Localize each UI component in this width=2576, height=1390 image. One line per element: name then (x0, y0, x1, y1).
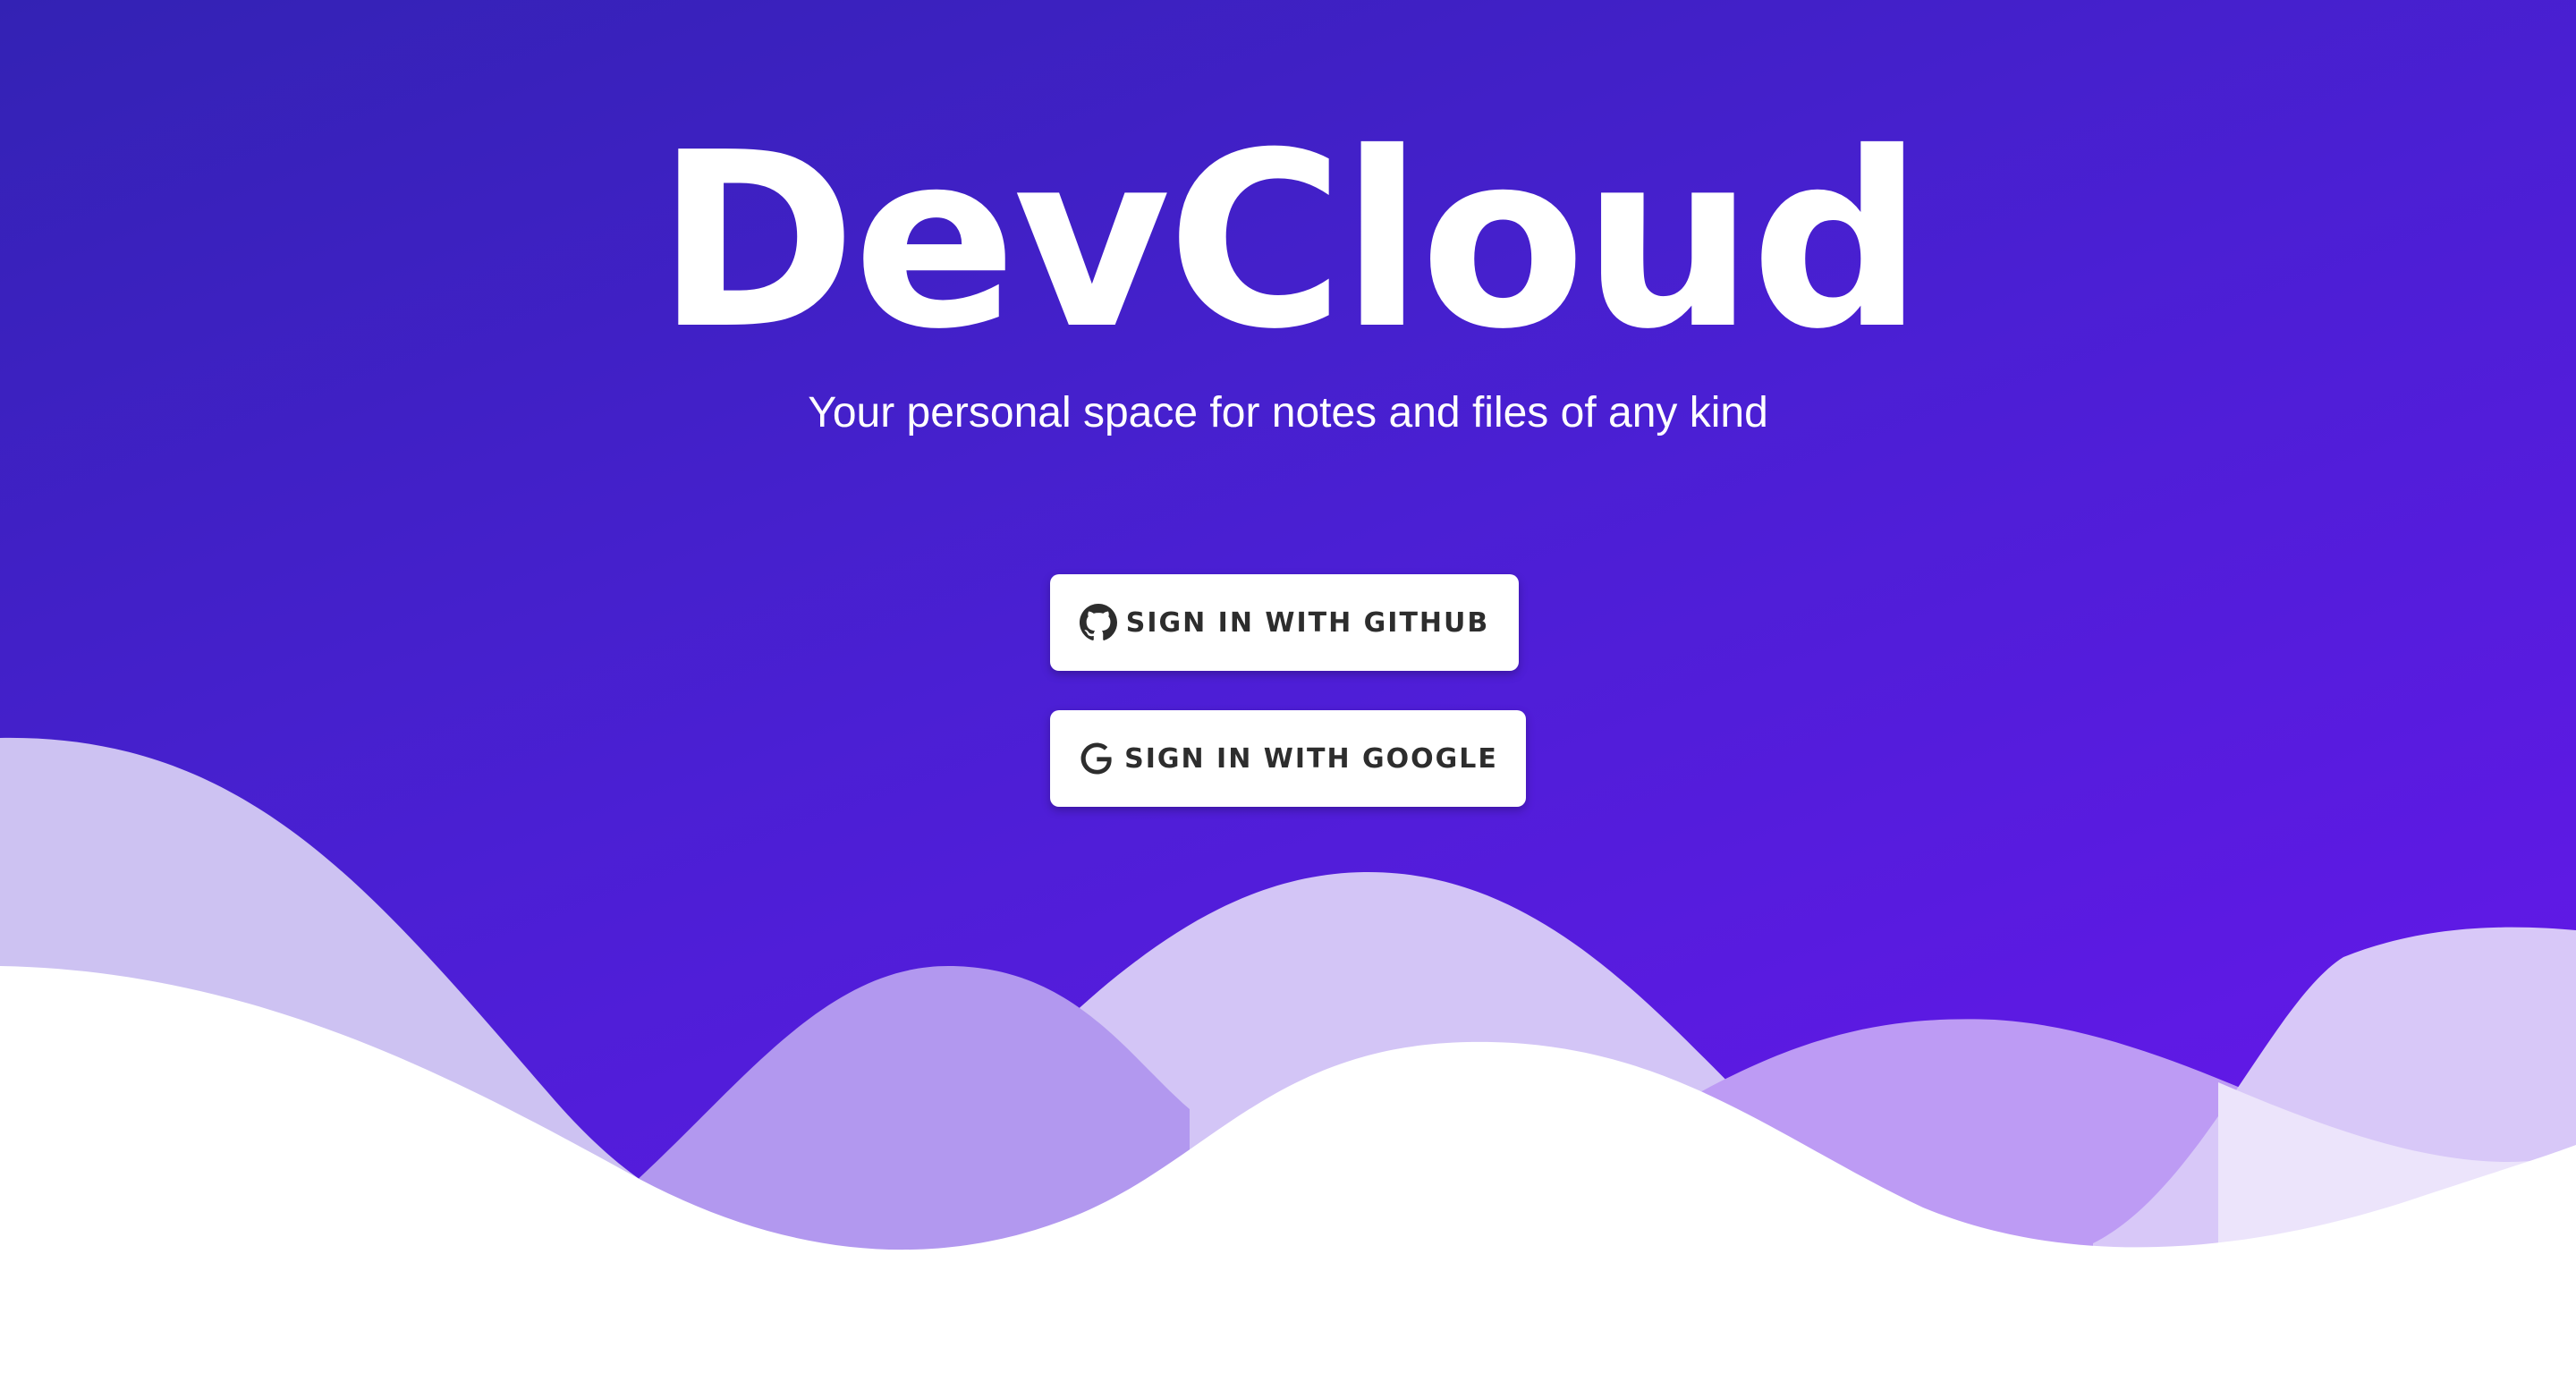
sign-in-google-button[interactable]: SIGN IN WITH GOOGLE (1050, 710, 1526, 807)
app-title: DevCloud (656, 100, 1924, 382)
sign-in-github-button[interactable]: SIGN IN WITH GITHUB (1050, 574, 1519, 671)
login-page: DevCloud Your personal space for notes a… (0, 0, 2576, 1390)
sign-in-google-label: SIGN IN WITH GOOGLE (1124, 742, 1498, 775)
sign-in-github-label: SIGN IN WITH GITHUB (1125, 606, 1490, 639)
google-icon (1078, 740, 1115, 777)
app-subtitle: Your personal space for notes and files … (808, 389, 1768, 436)
github-icon (1079, 604, 1117, 641)
